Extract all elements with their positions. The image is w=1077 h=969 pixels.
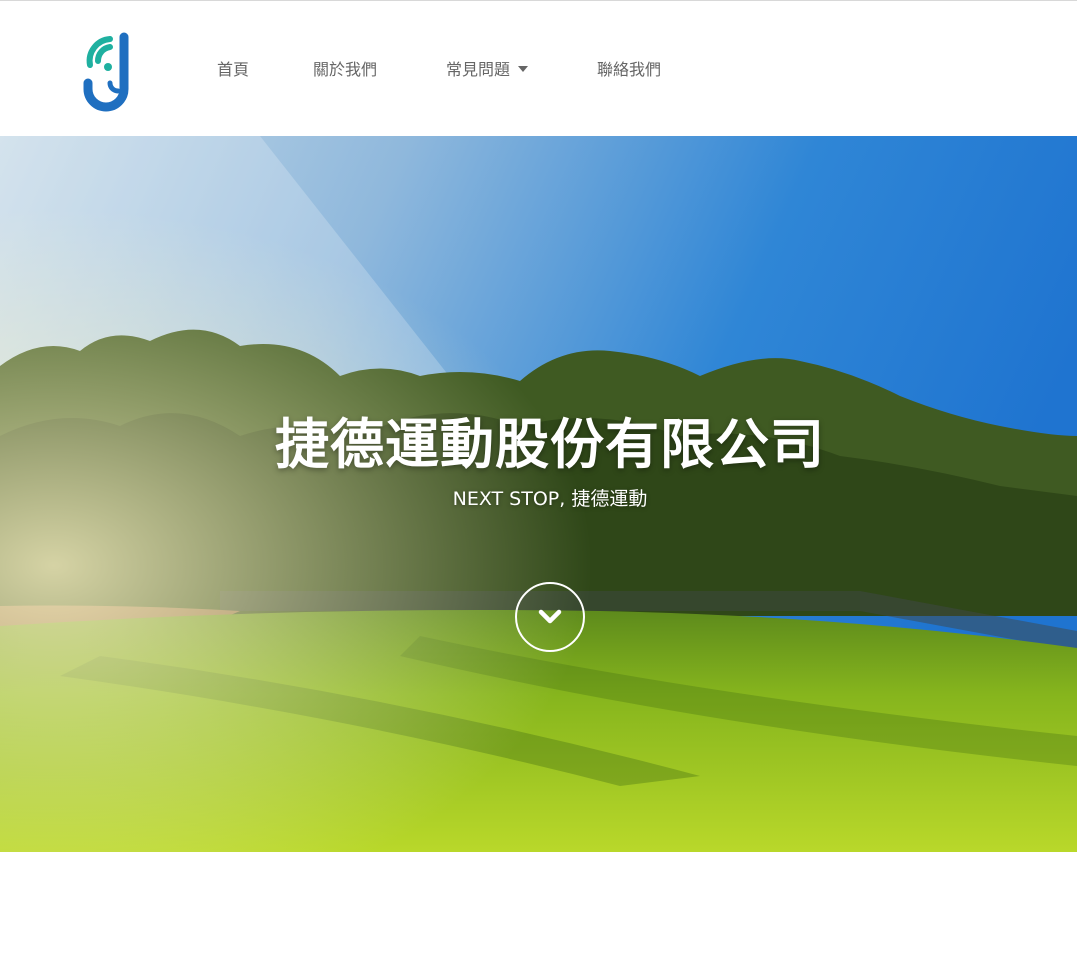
caret-down-icon [518, 65, 529, 72]
nav-item-about[interactable]: 關於我們 [313, 59, 377, 81]
nav-item-faq[interactable]: 常見問題 [446, 59, 529, 81]
main-nav: 首頁 關於我們 常見問題 聯絡我們 [0, 1, 1077, 137]
page: 首頁 關於我們 常見問題 聯絡我們 捷德運動股份有限公司 NEXT STOP, … [0, 0, 1077, 969]
chevron-down-icon [538, 609, 562, 624]
nav-item-contact[interactable]: 聯絡我們 [597, 59, 661, 81]
nav-item-faq-label: 常見問題 [446, 60, 511, 79]
hero-title: 捷德運動股份有限公司 [275, 413, 825, 476]
site-header: 首頁 關於我們 常見問題 聯絡我們 [0, 0, 1077, 136]
hero-subtitle: NEXT STOP, 捷德運動 [452, 488, 648, 510]
nav-item-home[interactable]: 首頁 [217, 59, 249, 81]
scroll-down-button[interactable] [515, 582, 585, 652]
hero-banner: 捷德運動股份有限公司 NEXT STOP, 捷德運動 [0, 136, 1077, 852]
